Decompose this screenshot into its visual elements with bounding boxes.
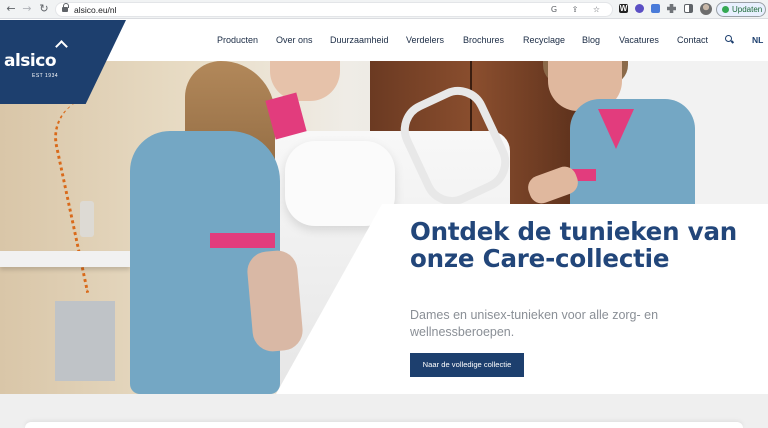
lock-icon[interactable] <box>62 3 69 13</box>
profile-avatar[interactable] <box>700 3 712 15</box>
next-section-card <box>25 422 743 428</box>
search-icon[interactable] <box>725 35 732 42</box>
hero-photo-bottle <box>80 201 94 237</box>
update-button[interactable]: Updaten <box>716 2 766 17</box>
logo-caret-icon <box>55 40 68 53</box>
hero-photo-nurse-sleeve <box>210 233 275 248</box>
extension-globe-icon[interactable] <box>635 4 644 13</box>
hero-photo-nurse-arm <box>245 249 305 353</box>
nav-item-duurzaamheid[interactable]: Duurzaamheid <box>330 35 389 45</box>
hero-title: Ontdek de tunieken van onze Care-collect… <box>410 217 738 273</box>
url-text[interactable]: alsico.eu/nl <box>74 4 117 16</box>
side-panel-icon[interactable] <box>684 4 693 13</box>
logo-established: EST 1934 <box>32 73 59 79</box>
logo-wordmark: alsico <box>4 51 57 71</box>
view-collection-button[interactable]: Naar de volledige collectie <box>410 353 524 377</box>
extensions-puzzle-icon[interactable] <box>667 4 676 13</box>
hero-subtitle: Dames en unisex-tunieken voor alle zorg-… <box>410 308 659 339</box>
nav-item-brochures[interactable]: Brochures <box>463 35 504 45</box>
language-switcher[interactable]: NL <box>752 35 763 45</box>
back-icon[interactable]: ← <box>4 2 18 16</box>
address-bar[interactable]: alsico.eu/nl G ⇪ ☆ <box>55 2 613 17</box>
extension-screen-icon[interactable] <box>651 4 660 13</box>
hero-photo-bedside-table <box>0 251 130 267</box>
forward-icon[interactable]: → <box>20 2 34 16</box>
nav-item-blog[interactable]: Blog <box>582 35 600 45</box>
nav-item-producten[interactable]: Producten <box>217 35 258 45</box>
nav-item-over-ons[interactable]: Over ons <box>276 35 313 45</box>
nav-item-vacatures[interactable]: Vacatures <box>619 35 659 45</box>
hero-photo-table-leg <box>55 301 115 381</box>
hero-photo-second-nurse-tunic <box>570 99 695 211</box>
nav-item-verdelers[interactable]: Verdelers <box>406 35 444 45</box>
nav-item-recyclage[interactable]: Recyclage <box>523 35 565 45</box>
nav-item-contact[interactable]: Contact <box>677 35 708 45</box>
extension-w-icon[interactable]: W <box>619 4 628 13</box>
browser-toolbar: ← → ↻ alsico.eu/nl G ⇪ ☆ W Updaten <box>0 0 768 19</box>
address-bar-icons[interactable]: G ⇪ ☆ <box>551 4 606 16</box>
reload-icon[interactable]: ↻ <box>37 2 51 16</box>
